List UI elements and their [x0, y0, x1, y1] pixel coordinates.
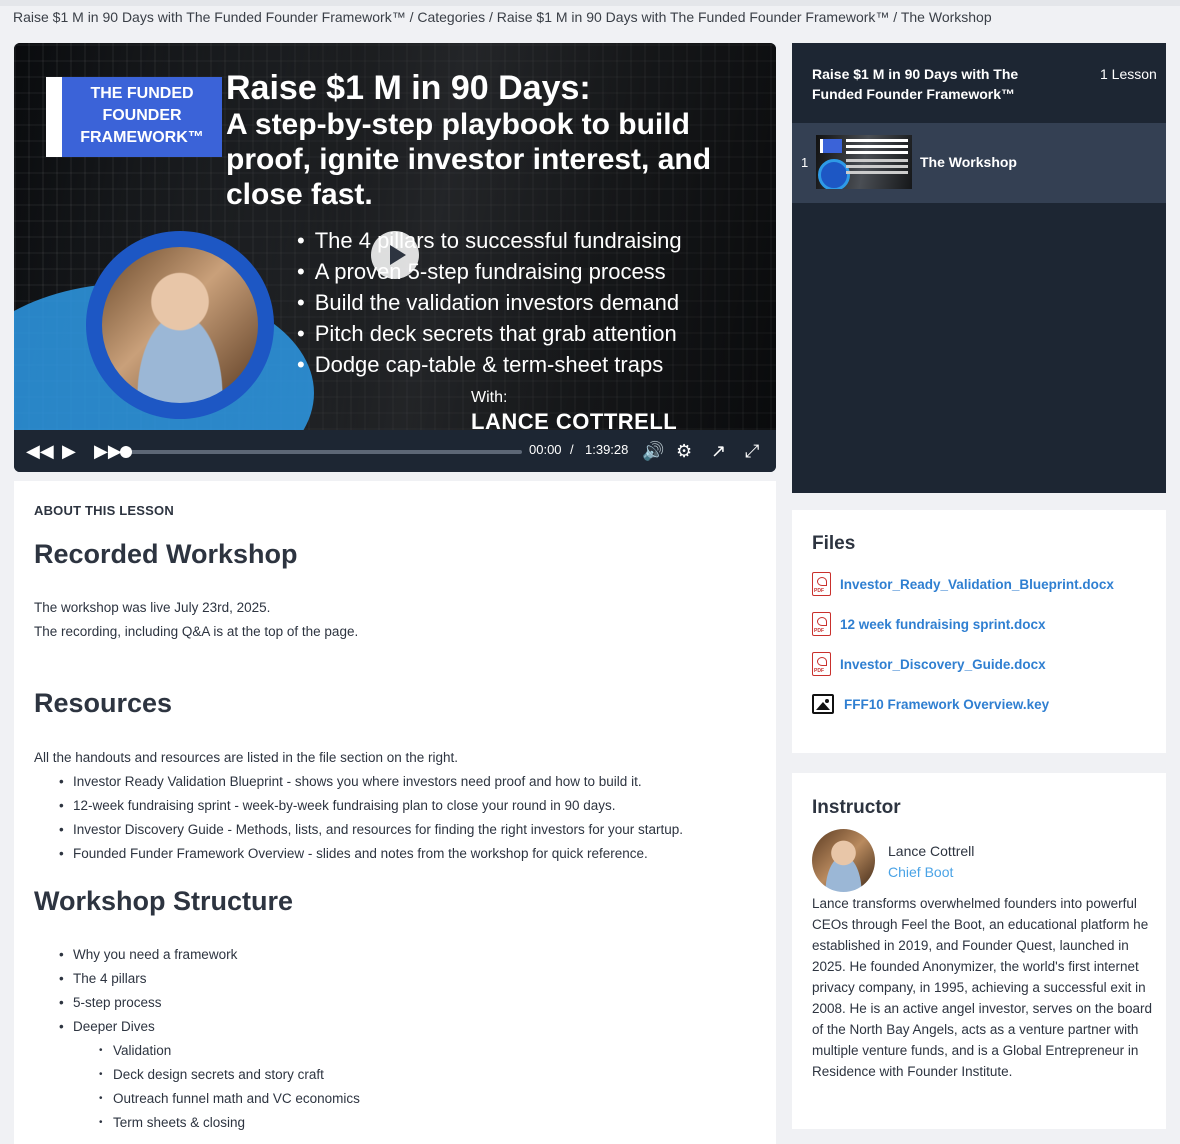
- presenter-photo: [102, 247, 258, 403]
- instructor-name: Lance Cottrell: [888, 843, 975, 859]
- list-item: 12-week fundraising sprint - week-by-wee…: [73, 794, 683, 818]
- workshop-structure-heading: Workshop Structure: [34, 886, 294, 916]
- progress-track[interactable]: [120, 446, 522, 458]
- playlist-item-the-workshop[interactable]: 1 The Workshop: [792, 123, 1166, 203]
- current-time: 00:00: [529, 442, 562, 457]
- thumb-text: [846, 139, 908, 142]
- recorded-line-1: The workshop was live July 23rd, 2025.: [34, 600, 271, 615]
- video-headline: Raise $1 M in 90 Days:: [226, 69, 591, 107]
- recorded-workshop-heading: Recorded Workshop: [34, 539, 298, 569]
- logo-text: THE FUNDED FOUNDER FRAMEWORK™: [80, 85, 204, 146]
- list-item: Term sheets & closing: [113, 1111, 360, 1135]
- about-kicker: ABOUT THIS LESSON: [34, 503, 174, 518]
- avatar: [812, 829, 875, 892]
- duration: 1:39:28: [585, 442, 629, 457]
- list-item: Deck design secrets and story craft: [113, 1063, 360, 1087]
- play-overlay-button[interactable]: [371, 231, 419, 279]
- popout-icon[interactable]: ↗: [711, 441, 726, 461]
- instructor-role: Chief Boot: [888, 864, 954, 880]
- about-lesson-panel: ABOUT THIS LESSON Recorded Workshop The …: [14, 481, 776, 1144]
- list-item: Investor Discovery Guide - Methods, list…: [73, 818, 683, 842]
- presenter-name: LANCE COTTRELL: [471, 409, 678, 430]
- file-link[interactable]: Investor_Discovery_Guide.docx: [840, 657, 1046, 672]
- files-panel: Files Investor_Ready_Validation_Blueprin…: [792, 510, 1166, 753]
- file-item[interactable]: Investor_Discovery_Guide.docx: [812, 652, 1152, 678]
- fast-forward-icon[interactable]: ▶▶: [94, 441, 122, 461]
- file-link[interactable]: FFF10 Framework Overview.key: [844, 697, 1049, 712]
- play-icon[interactable]: ▶: [62, 441, 76, 461]
- course-title: Raise $1 M in 90 Days with The Funded Fo…: [812, 66, 1019, 102]
- instructor-bio: Lance transforms overwhelmed founders in…: [812, 896, 1152, 1079]
- pdf-icon: [812, 652, 831, 676]
- thumb-logo: [820, 139, 842, 153]
- lesson-label: The Workshop: [920, 154, 1017, 170]
- structure-list: Why you need a framework The 4 pillars 5…: [73, 943, 237, 1039]
- video-bullets: The 4 pillars to successful fundraising …: [297, 225, 682, 380]
- file-link[interactable]: 12 week fundraising sprint.docx: [840, 617, 1046, 632]
- resources-list: Investor Ready Validation Blueprint - sh…: [73, 770, 683, 866]
- video-bullet: A proven 5-step fundraising process: [297, 256, 682, 287]
- instructor-heading: Instructor: [812, 797, 901, 818]
- video-controls: ◀◀ ▶ ▶▶ 00:00 / 1:39:28 🔊 ⚙ ↗ ⤢: [14, 430, 776, 472]
- list-item: The 4 pillars: [73, 967, 237, 991]
- presenter-photo-ring: [86, 231, 274, 419]
- brand-logo: THE FUNDED FOUNDER FRAMEWORK™: [46, 77, 222, 157]
- rewind-icon[interactable]: ◀◀: [26, 441, 54, 461]
- gear-icon[interactable]: ⚙: [676, 441, 692, 461]
- breadcrumb[interactable]: Raise $1 M in 90 Days with The Funded Fo…: [13, 9, 992, 25]
- lesson-thumbnail: [816, 135, 912, 189]
- thumb-photo: [818, 159, 850, 189]
- lesson-count: 1 Lesson: [1100, 66, 1157, 82]
- lesson-number: 1: [801, 155, 809, 170]
- video-bullet: Dodge cap-table & term-sheet traps: [297, 349, 682, 380]
- file-link[interactable]: Investor_Ready_Validation_Blueprint.docx: [840, 577, 1114, 592]
- files-heading: Files: [812, 533, 856, 554]
- instructor-panel: Instructor Lance Cottrell Chief Boot Lan…: [792, 773, 1166, 1129]
- list-item: Outreach funnel math and VC economics: [113, 1087, 360, 1111]
- video-player[interactable]: THE FUNDED FOUNDER FRAMEWORK™ Raise $1 M…: [14, 43, 776, 472]
- list-item: Founded Funder Framework Overview - slid…: [73, 842, 683, 866]
- pdf-icon: [812, 572, 831, 596]
- list-item: Validation: [113, 1039, 360, 1063]
- video-poster[interactable]: THE FUNDED FOUNDER FRAMEWORK™ Raise $1 M…: [14, 43, 776, 430]
- file-item[interactable]: FFF10 Framework Overview.key: [812, 692, 1152, 718]
- deeper-dives-list: Validation Deck design secrets and story…: [113, 1039, 360, 1135]
- pdf-icon: [812, 612, 831, 636]
- video-bullet: Build the validation investors demand: [297, 287, 682, 318]
- resources-heading: Resources: [34, 688, 173, 718]
- top-divider: [0, 0, 1180, 6]
- recorded-line-2: The recording, including Q&A is at the t…: [34, 624, 359, 639]
- file-item[interactable]: Investor_Ready_Validation_Blueprint.docx: [812, 572, 1152, 598]
- video-subheadline: A step-by-step playbook to build proof, …: [226, 108, 712, 211]
- list-item: Deeper Dives: [73, 1015, 237, 1039]
- image-icon: [812, 694, 834, 714]
- time-separator: /: [570, 442, 574, 457]
- fullscreen-icon[interactable]: ⤢: [745, 441, 759, 461]
- video-bullet: Pitch deck secrets that grab attention: [297, 318, 682, 349]
- video-bullet: The 4 pillars to successful fundraising: [297, 225, 682, 256]
- lesson-playlist: Raise $1 M in 90 Days with The Funded Fo…: [792, 43, 1166, 493]
- volume-icon[interactable]: 🔊: [642, 441, 664, 461]
- list-item: Investor Ready Validation Blueprint - sh…: [73, 770, 683, 794]
- with-label: With:: [471, 389, 508, 406]
- resources-intro: All the handouts and resources are liste…: [34, 750, 459, 765]
- file-item[interactable]: 12 week fundraising sprint.docx: [812, 612, 1152, 638]
- list-item: 5-step process: [73, 991, 237, 1015]
- list-item: Why you need a framework: [73, 943, 237, 967]
- progress-knob[interactable]: [120, 446, 132, 458]
